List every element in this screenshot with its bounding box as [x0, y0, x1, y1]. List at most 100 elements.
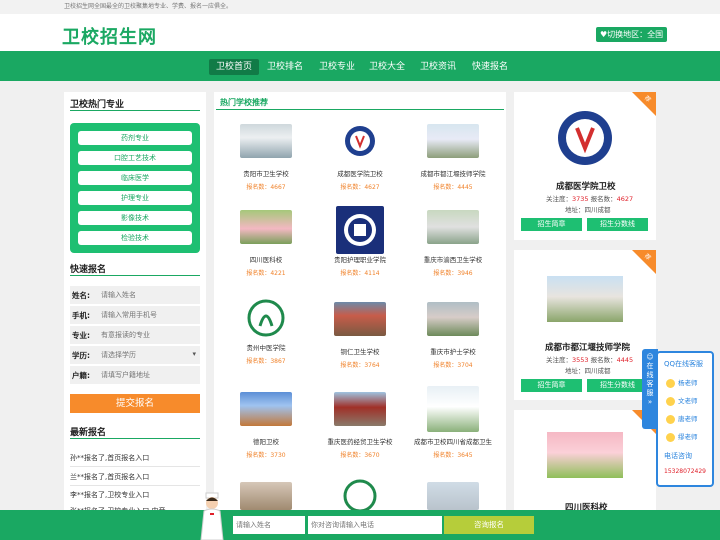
- nav-item-ranking[interactable]: 卫校排名: [260, 59, 310, 75]
- phone-input[interactable]: [100, 307, 198, 323]
- nav-item-directory[interactable]: 卫校大全: [362, 59, 412, 75]
- qq-agent[interactable]: 文老师: [666, 395, 698, 406]
- attention-label: 关注度：: [546, 356, 572, 364]
- school-signup-count: 报名数：4221: [246, 270, 286, 277]
- school-card[interactable]: 贵州中医学院 报名数：3867: [220, 298, 312, 365]
- school-card[interactable]: 四川医科校 报名数：4221: [220, 210, 312, 277]
- phone-label: 手机:: [72, 311, 90, 320]
- attention-value: 3735: [572, 195, 589, 203]
- school-card[interactable]: 贵阳护理职业学院 报名数：4114: [314, 206, 406, 277]
- submit-signup-button[interactable]: 提交报名: [70, 394, 200, 413]
- school-card[interactable]: [220, 482, 312, 510]
- bottom-name-input[interactable]: [233, 516, 305, 534]
- majors-title: 卫校热门专业: [70, 100, 125, 110]
- school-name: 成都医学院卫校: [337, 170, 383, 178]
- nav-item-signup[interactable]: 快速报名: [465, 59, 515, 75]
- recommend-address: 地址：四川成都: [565, 206, 611, 214]
- site-header: 卫校招生网 ♥切换地区：全国: [0, 14, 720, 51]
- name-input[interactable]: [100, 287, 198, 303]
- school-name: 成都市都江堰技师学院: [420, 170, 486, 178]
- school-photo: [240, 482, 292, 510]
- nurse-illustration: [196, 491, 228, 540]
- school-photo: [334, 302, 386, 336]
- nav-item-news[interactable]: 卫校资讯: [413, 59, 463, 75]
- qq-agent[interactable]: 缪老师: [666, 431, 698, 442]
- school-photo: [240, 392, 292, 426]
- school-signup-count: 报名数：3764: [340, 362, 380, 369]
- major-item-lab[interactable]: 检验技术: [78, 231, 192, 245]
- signup-value: 4445: [616, 356, 634, 364]
- school-signup-count: 报名数：4445: [433, 184, 473, 191]
- school-card[interactable]: 贵阳市卫生学校 报名数：4667: [220, 124, 312, 191]
- school-card[interactable]: 重庆市护士学校 报名数：3704: [407, 302, 499, 369]
- school-logo: [342, 478, 378, 513]
- major-item-nursing[interactable]: 护理专业: [78, 191, 192, 205]
- school-card[interactable]: 成都市卫校四川省成都卫生 报名数：3645: [407, 386, 499, 459]
- school-name: 铜仁卫生学校: [340, 348, 380, 356]
- recommend-school-name: 成都医学院卫校: [556, 182, 616, 192]
- nav-item-majors[interactable]: 卫校专业: [312, 59, 362, 75]
- major-item-dental[interactable]: 口腔工艺技术: [78, 151, 192, 165]
- hot-schools-divider: [216, 109, 504, 110]
- major-item-clinical[interactable]: 临床医学: [78, 171, 192, 185]
- qq-agent-name: 文老师: [678, 397, 698, 405]
- school-photo: [547, 276, 623, 322]
- signup-value: 4627: [616, 195, 634, 203]
- major-item-pharmacy[interactable]: 药剂专业: [78, 131, 192, 145]
- main-nav: 卫校首页 卫校排名 卫校专业 卫校大全 卫校资讯 快速报名: [0, 51, 720, 81]
- school-name: 贵阳护理职业学院: [334, 256, 386, 264]
- recommend-school-name: 成都市都江堰技师学院: [545, 343, 631, 353]
- region-switch-button[interactable]: ♥切换地区：全国: [596, 27, 668, 42]
- phone-consult-title: 电话咨询: [664, 452, 692, 460]
- school-photo: [427, 210, 479, 244]
- top-notice-text: 卫校招生网全国最全的卫校聚集地专业、学费、报名一应俱全。: [64, 3, 233, 10]
- school-card[interactable]: 成都医学院卫校 报名数：4627: [314, 124, 406, 191]
- medical-college-emblem-icon: [345, 126, 375, 156]
- school-card[interactable]: [407, 482, 499, 510]
- bottom-phone-input[interactable]: [308, 516, 442, 534]
- qq-agent[interactable]: 唐老师: [666, 413, 698, 424]
- nav-item-home[interactable]: 卫校首页: [209, 59, 260, 75]
- site-logo[interactable]: 卫校招生网: [62, 23, 157, 49]
- school-card[interactable]: [314, 478, 406, 513]
- major-input[interactable]: [100, 327, 198, 343]
- qq-service-title: QQ在线客服: [664, 360, 704, 368]
- form-row-name: 姓名:: [70, 286, 200, 304]
- enrollment-guide-button[interactable]: 招生简章: [521, 379, 582, 392]
- school-logo: [246, 298, 286, 338]
- major-item-imaging[interactable]: 影像技术: [78, 211, 192, 225]
- school-card[interactable]: 德阳卫校 报名数：3730: [220, 392, 312, 459]
- consult-signup-button[interactable]: 咨询报名: [444, 516, 534, 534]
- school-name: 贵州中医学院: [246, 344, 286, 352]
- school-signup-count: 报名数：4627: [340, 184, 380, 191]
- school-signup-count: 报名数：4114: [340, 270, 380, 277]
- school-photo: [334, 392, 386, 426]
- signup-label: 报名数：: [590, 356, 617, 364]
- household-input[interactable]: [100, 367, 198, 383]
- school-card[interactable]: 成都市都江堰技师学院 报名数：4445: [407, 124, 499, 191]
- phone-number[interactable]: 15328072429: [664, 468, 706, 475]
- school-signup-count: 报名数：4667: [246, 184, 286, 191]
- school-name: 重庆市渝西卫生学校: [423, 256, 483, 264]
- school-card[interactable]: 重庆市渝西卫生学校 报名数：3946: [407, 210, 499, 277]
- major-label: 专业:: [72, 331, 90, 340]
- education-select[interactable]: [100, 347, 198, 363]
- school-card[interactable]: 铜仁卫生学校 报名数：3764: [314, 302, 406, 369]
- school-signup-count: 报名数：3730: [246, 452, 286, 459]
- school-signup-count: 报名数：3645: [433, 452, 473, 459]
- school-name: 重庆医药经贸卫生学校: [327, 438, 393, 446]
- online-service-tab-label: 在线客服: [646, 362, 654, 397]
- score-line-button[interactable]: 招生分数线: [587, 379, 648, 392]
- score-line-button[interactable]: 招生分数线: [587, 218, 648, 231]
- qq-penguin-icon: [666, 414, 675, 424]
- qq-agent[interactable]: 杨老师: [666, 377, 698, 388]
- school-emblem-icon: [343, 479, 377, 513]
- school-name: 重庆市护士学校: [430, 348, 476, 356]
- school-logo: [336, 206, 384, 254]
- enrollment-guide-button[interactable]: 招生简章: [521, 218, 582, 231]
- school-photo: [240, 124, 292, 158]
- school-signup-count: 报名数：3704: [433, 362, 473, 369]
- recommend-stats: 关注度：3553 报名数：4445: [546, 354, 633, 364]
- school-card[interactable]: 重庆医药经贸卫生学校 报名数：3670: [314, 392, 406, 459]
- household-label: 户籍:: [72, 371, 90, 380]
